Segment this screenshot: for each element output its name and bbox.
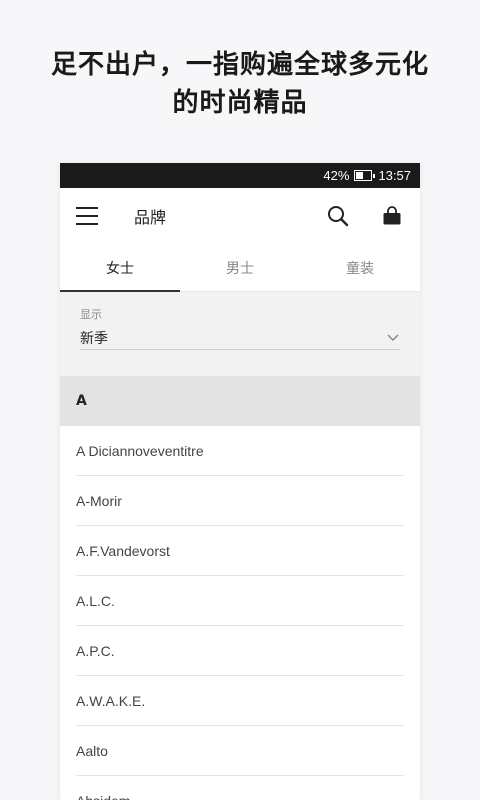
status-bar: 42% 13:57 — [60, 163, 420, 188]
display-filter: 显示 新季 — [60, 292, 420, 376]
category-tabs: 女士 男士 童装 — [60, 244, 420, 292]
app-bar: 品牌 — [60, 188, 420, 244]
hamburger-menu-icon[interactable] — [76, 207, 98, 225]
tab-kids[interactable]: 童装 — [300, 244, 420, 291]
season-dropdown-value: 新季 — [80, 330, 108, 347]
season-dropdown[interactable]: 新季 — [80, 326, 400, 350]
tab-women[interactable]: 女士 — [60, 244, 180, 291]
filter-label: 显示 — [80, 308, 102, 321]
brand-list-item[interactable]: A.F.Vandevorst — [76, 526, 404, 576]
brand-list-item[interactable]: Aalto — [76, 726, 404, 776]
brand-list: A Diciannoveventitre A-Morir A.F.Vandevo… — [60, 426, 420, 800]
battery-icon — [354, 170, 376, 181]
brand-list-item[interactable]: A-Morir — [76, 476, 404, 526]
phone-screen: 42% 13:57 品牌 女士 男士 童装 显示 新季 A A Dicianno… — [60, 163, 420, 800]
promo-headline: 足不出户，一指购遍全球多元化 的时尚精品 — [0, 46, 480, 122]
battery-percent: 42% — [323, 168, 350, 183]
page-title: 品牌 — [134, 208, 167, 227]
brand-list-item[interactable]: A.P.C. — [76, 626, 404, 676]
search-icon[interactable] — [326, 204, 350, 228]
brand-list-item[interactable]: A.L.C. — [76, 576, 404, 626]
promo-headline-line-2: 的时尚精品 — [172, 88, 308, 118]
chevron-down-icon — [387, 333, 399, 341]
clock: 13:57 — [378, 168, 411, 183]
shopping-bag-icon[interactable] — [380, 204, 404, 228]
tab-men[interactable]: 男士 — [180, 244, 300, 291]
brand-list-item[interactable]: A Diciannoveventitre — [76, 426, 404, 476]
brand-list-item[interactable]: Absidem — [76, 776, 404, 800]
active-tab-indicator — [60, 290, 180, 292]
brand-list-item[interactable]: A.W.A.K.E. — [76, 676, 404, 726]
promo-headline-line-1: 足不出户，一指购遍全球多元化 — [50, 50, 429, 80]
section-header-a: A — [60, 376, 420, 426]
